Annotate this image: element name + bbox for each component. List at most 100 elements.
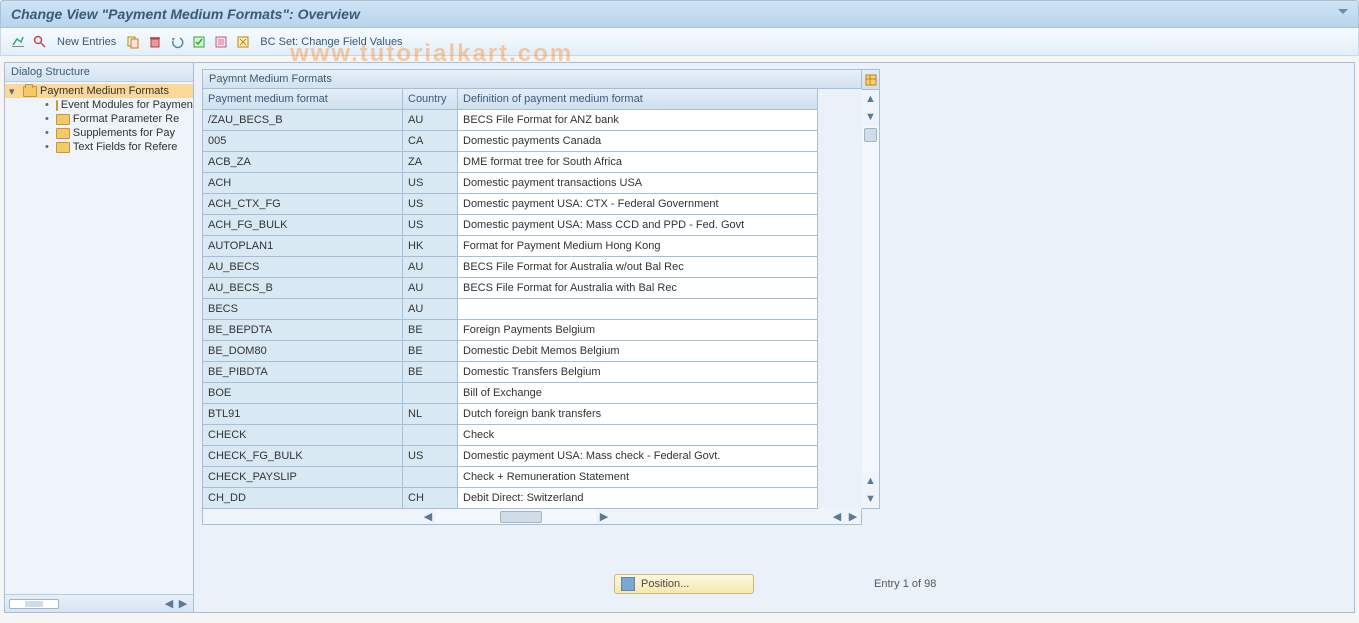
scroll-up-icon[interactable]: ▲: [862, 90, 879, 108]
tree-scroll-left-icon[interactable]: ◀: [163, 598, 175, 610]
tree-item-event-modules[interactable]: • Event Modules for Payment: [5, 98, 193, 112]
scroll-left-icon[interactable]: ◀: [420, 509, 436, 524]
cell-format[interactable]: /ZAU_BECS_B: [203, 110, 403, 131]
bullet-icon: •: [45, 99, 49, 111]
collapse-icon[interactable]: ▾: [9, 85, 19, 98]
scroll-right-end-icon[interactable]: ▶: [845, 509, 861, 524]
select-all-icon[interactable]: [190, 33, 208, 51]
cell-format[interactable]: CH_DD: [203, 488, 403, 509]
cell-format[interactable]: CHECK_FG_BULK: [203, 446, 403, 467]
cell-definition[interactable]: Dutch foreign bank transfers: [458, 404, 818, 425]
tree-item-text-fields[interactable]: • Text Fields for Refere: [5, 140, 193, 154]
v-scrollbar-track[interactable]: [862, 126, 879, 472]
cell-country[interactable]: AU: [403, 257, 458, 278]
cell-definition[interactable]: Debit Direct: Switzerland: [458, 488, 818, 509]
cell-format[interactable]: 005: [203, 131, 403, 152]
cell-country[interactable]: AU: [403, 110, 458, 131]
cell-format[interactable]: CHECK: [203, 425, 403, 446]
cell-country[interactable]: HK: [403, 236, 458, 257]
cell-format[interactable]: BECS: [203, 299, 403, 320]
cell-definition[interactable]: Domestic payments Canada: [458, 131, 818, 152]
cell-country[interactable]: CH: [403, 488, 458, 509]
grid-panel-title: Paymnt Medium Formats: [202, 69, 862, 88]
cell-country[interactable]: [403, 467, 458, 488]
cell-definition[interactable]: Domestic payment transactions USA: [458, 173, 818, 194]
cell-format[interactable]: BOE: [203, 383, 403, 404]
find-icon[interactable]: [31, 33, 49, 51]
cell-definition[interactable]: Foreign Payments Belgium: [458, 320, 818, 341]
copy-icon[interactable]: [124, 33, 142, 51]
scroll-left-end-icon[interactable]: ◀: [829, 509, 845, 524]
cell-country[interactable]: [403, 425, 458, 446]
cell-format[interactable]: BE_PIBDTA: [203, 362, 403, 383]
cell-country[interactable]: BE: [403, 320, 458, 341]
cell-country[interactable]: CA: [403, 131, 458, 152]
bcset-button[interactable]: BC Set: Change Field Values: [256, 36, 406, 48]
cell-definition[interactable]: Bill of Exchange: [458, 383, 818, 404]
tree-root-payment-medium-formats[interactable]: ▾ Payment Medium Formats: [5, 84, 193, 98]
v-scrollbar-thumb[interactable]: [864, 128, 877, 142]
cell-country[interactable]: US: [403, 173, 458, 194]
cell-country[interactable]: BE: [403, 362, 458, 383]
scroll-down-icon[interactable]: ▼: [862, 490, 879, 508]
cell-country[interactable]: US: [403, 194, 458, 215]
cell-country[interactable]: ZA: [403, 152, 458, 173]
app-toolbar: New Entries BC Set: Change Field Values: [0, 28, 1359, 56]
cell-definition[interactable]: Domestic Transfers Belgium: [458, 362, 818, 383]
cell-definition[interactable]: Domestic payment USA: Mass check - Feder…: [458, 446, 818, 467]
grid-h-scrollbar[interactable]: ◀ ▶ ◀ ▶: [202, 509, 862, 525]
grid-v-scrollbar-area: ▲ ▼ ▲ ▼: [862, 69, 880, 509]
folder-icon: [56, 100, 58, 111]
cell-definition[interactable]: Format for Payment Medium Hong Kong: [458, 236, 818, 257]
cell-definition[interactable]: Domestic payment USA: CTX - Federal Gove…: [458, 194, 818, 215]
cell-definition[interactable]: [458, 299, 818, 320]
tree-scroll-right-icon[interactable]: ▶: [177, 598, 189, 610]
tree-h-scrollbar[interactable]: [9, 599, 59, 609]
deselect-all-icon[interactable]: [234, 33, 252, 51]
cell-country[interactable]: AU: [403, 299, 458, 320]
col-header-definition[interactable]: Definition of payment medium format: [458, 89, 818, 110]
cell-country[interactable]: US: [403, 215, 458, 236]
toggle-display-icon[interactable]: [9, 33, 27, 51]
tree-item-format-parameter[interactable]: • Format Parameter Re: [5, 112, 193, 126]
delete-icon[interactable]: [146, 33, 164, 51]
cell-format[interactable]: AUTOPLAN1: [203, 236, 403, 257]
position-button[interactable]: Position...: [614, 574, 754, 594]
cell-format[interactable]: ACH: [203, 173, 403, 194]
cell-format[interactable]: CHECK_PAYSLIP: [203, 467, 403, 488]
cell-country[interactable]: NL: [403, 404, 458, 425]
col-header-country[interactable]: Country: [403, 89, 458, 110]
cell-format[interactable]: AU_BECS: [203, 257, 403, 278]
undo-icon[interactable]: [168, 33, 186, 51]
folder-open-icon: [23, 86, 37, 97]
cell-country[interactable]: US: [403, 446, 458, 467]
cell-country[interactable]: [403, 383, 458, 404]
col-header-format[interactable]: Payment medium format: [203, 89, 403, 110]
cell-format[interactable]: BE_BEPDTA: [203, 320, 403, 341]
cell-definition[interactable]: Domestic Debit Memos Belgium: [458, 341, 818, 362]
cell-format[interactable]: ACH_CTX_FG: [203, 194, 403, 215]
scroll-right-icon[interactable]: ▶: [596, 509, 612, 524]
cell-country[interactable]: BE: [403, 341, 458, 362]
cell-country[interactable]: AU: [403, 278, 458, 299]
table-settings-icon[interactable]: [862, 70, 879, 90]
tree-item-label: Event Modules for Payment: [61, 99, 193, 111]
scroll-down-step-icon[interactable]: ▼: [862, 108, 879, 126]
cell-definition[interactable]: DME format tree for South Africa: [458, 152, 818, 173]
new-entries-button[interactable]: New Entries: [53, 36, 120, 48]
scroll-up-end-icon[interactable]: ▲: [862, 472, 879, 490]
tree-item-supplements[interactable]: • Supplements for Pay: [5, 126, 193, 140]
cell-definition[interactable]: Check: [458, 425, 818, 446]
cell-format[interactable]: BTL91: [203, 404, 403, 425]
folder-icon: [56, 114, 70, 125]
cell-definition[interactable]: BECS File Format for Australia w/out Bal…: [458, 257, 818, 278]
cell-format[interactable]: AU_BECS_B: [203, 278, 403, 299]
cell-format[interactable]: ACB_ZA: [203, 152, 403, 173]
cell-format[interactable]: BE_DOM80: [203, 341, 403, 362]
cell-format[interactable]: ACH_FG_BULK: [203, 215, 403, 236]
select-block-icon[interactable]: [212, 33, 230, 51]
cell-definition[interactable]: Check + Remuneration Statement: [458, 467, 818, 488]
cell-definition[interactable]: Domestic payment USA: Mass CCD and PPD -…: [458, 215, 818, 236]
cell-definition[interactable]: BECS File Format for Australia with Bal …: [458, 278, 818, 299]
cell-definition[interactable]: BECS File Format for ANZ bank: [458, 110, 818, 131]
